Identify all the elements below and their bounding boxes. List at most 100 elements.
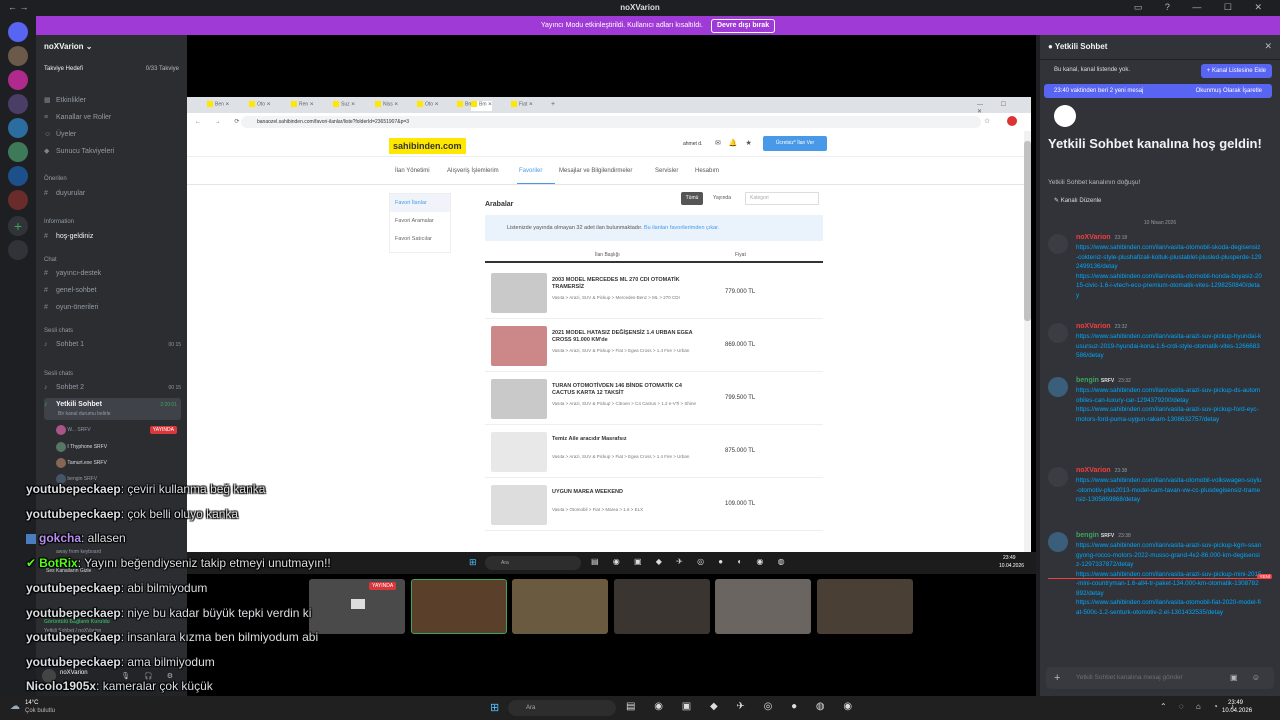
- category-information[interactable]: Information: [44, 219, 74, 225]
- avatar[interactable]: [1048, 234, 1068, 254]
- browser-tab[interactable]: Niss ✕: [375, 101, 398, 111]
- url-bar[interactable]: banaozel.sahibinden.com/favori-ilanlar/l…: [241, 116, 981, 128]
- category-voice[interactable]: Sesli chats: [44, 328, 73, 334]
- server-icon[interactable]: [8, 46, 28, 66]
- category-select[interactable]: Kategori: [745, 192, 819, 205]
- nav-buttons-icon[interactable]: ← → ⟳: [195, 118, 245, 125]
- voice-member[interactable]: I Thyphone SRFV: [56, 440, 181, 454]
- category-voice-2[interactable]: Sesli chats: [44, 371, 73, 377]
- browser-tab[interactable]: Ben ✕: [207, 101, 230, 111]
- profile-icon[interactable]: [1007, 116, 1017, 126]
- edit-channel-button[interactable]: ✎ Kanalı Düzenle: [1054, 197, 1101, 204]
- message-link[interactable]: https://www.sahibinden.com/ilan/vasita-a…: [1076, 405, 1262, 424]
- menu-boosts[interactable]: ◆ Sunucu Takviyeleri: [44, 145, 181, 159]
- server-icon[interactable]: [8, 190, 28, 210]
- message-link[interactable]: https://www.sahibinden.com/ilan/vasita-o…: [1076, 243, 1262, 272]
- add-to-channel-list-button[interactable]: + Kanal Listesine Ekle: [1200, 64, 1272, 78]
- camera-tile[interactable]: [512, 579, 608, 634]
- message-link[interactable]: https://www.sahibinden.com/ilan/vasita-a…: [1076, 386, 1262, 405]
- add-server-icon[interactable]: +: [8, 216, 28, 236]
- listing-thumbnail[interactable]: [491, 273, 547, 313]
- avatar[interactable]: [1048, 532, 1068, 552]
- listing-thumbnail[interactable]: [491, 432, 547, 472]
- message-link[interactable]: https://www.sahibinden.com/ilan/vasita-a…: [1076, 541, 1262, 570]
- listing-row[interactable]: Temiz Aile aracıdır Masrafsız Vasıta > Ar…: [485, 426, 823, 478]
- menu-channels-roles[interactable]: ≡ Kanallar ve Roller: [44, 111, 181, 125]
- channel-yayinci-destek[interactable]: # yayıncı-destek: [44, 267, 181, 281]
- message-author[interactable]: noXVarion 23:32: [1076, 323, 1127, 330]
- filter-all[interactable]: Tümü: [681, 192, 703, 205]
- category-chat[interactable]: Chat: [44, 257, 57, 263]
- listing-thumbnail[interactable]: [491, 326, 547, 366]
- site-notification-icons[interactable]: ✉ 🔔 ★: [715, 139, 755, 147]
- filter-live[interactable]: Yayında: [707, 192, 737, 205]
- server-icon[interactable]: [8, 166, 28, 186]
- menu-ilan-yonetimi[interactable]: İlan Yönetimi: [395, 168, 430, 174]
- browser-window-controls[interactable]: — ☐ ✕: [977, 101, 1031, 115]
- listing-row[interactable]: 2003 MODEL MERCEDES ML 270 CDI OTOMATİK …: [485, 267, 823, 319]
- home-icon[interactable]: [8, 22, 28, 42]
- message-input[interactable]: + Yetkili Sohbet kanalına mesaj gönder ▣…: [1046, 667, 1274, 689]
- menu-hesabim[interactable]: Hesabım: [695, 168, 719, 174]
- channel-duyurular[interactable]: # duyurular: [44, 187, 181, 201]
- explore-icon[interactable]: [8, 240, 28, 260]
- message-author[interactable]: bengin SRFV 23:32: [1076, 377, 1131, 384]
- browser-tab[interactable]: Suz ✕: [333, 101, 355, 111]
- server-icon[interactable]: [8, 142, 28, 162]
- side-favorite-searches[interactable]: Favori Aramalar: [390, 212, 450, 230]
- disable-streamer-mode-button[interactable]: Devre dışı bırak: [710, 19, 776, 33]
- post-listing-button[interactable]: Ücretsiz* İlan Ver: [763, 136, 827, 151]
- side-favorite-sellers[interactable]: Favori Satıcılar: [390, 230, 450, 248]
- active-voice-channel[interactable]: ♪ Yetkili Sohbet 2:20:01 Bir kanal durumu…: [44, 398, 181, 420]
- message-link[interactable]: https://www.sahibinden.com/ilan/vasita-a…: [1076, 570, 1262, 599]
- browser-tab[interactable]: Oto ✕: [249, 101, 271, 111]
- camera-tile[interactable]: [715, 579, 811, 634]
- listing-title[interactable]: 2021 MODEL HATASIZ DEĞİŞENSİZ 1.4 URBAN …: [552, 330, 702, 344]
- boost-goal[interactable]: Takviye Hedefi 0/33 Takviye: [44, 66, 179, 80]
- menu-favoriler[interactable]: Favoriler: [519, 168, 542, 174]
- weather-icon[interactable]: ☁: [10, 701, 20, 712]
- message-author[interactable]: bengin SRFV 23:38: [1076, 532, 1131, 539]
- scrollbar-thumb[interactable]: [1024, 141, 1031, 321]
- menu-events[interactable]: ▦ Etkinlikler: [44, 94, 181, 108]
- new-messages-bar[interactable]: 23:40 vaktinden beri 2 yeni mesaj Okunmu…: [1044, 84, 1272, 98]
- server-icon[interactable]: [8, 70, 28, 90]
- message-link[interactable]: https://www.sahibinden.com/ilan/vasita-o…: [1076, 598, 1262, 617]
- taskbar-search[interactable]: Ara: [508, 700, 616, 716]
- listing-thumbnail[interactable]: [491, 485, 547, 525]
- site-logo[interactable]: sahibinden.com: [389, 138, 466, 154]
- side-favorite-listings[interactable]: Favori İlanlar: [390, 194, 450, 212]
- listing-row[interactable]: TURAN OTOMOTİVDEN 146 BİNDE OTOMATİK C4 …: [485, 373, 823, 425]
- channel-status[interactable]: Bir kanal durumu belirle: [58, 407, 111, 421]
- site-user[interactable]: ahmet d.: [683, 141, 702, 147]
- window-controls[interactable]: ▭ ? — ☐ ✕: [1134, 2, 1272, 13]
- message-link[interactable]: https://www.sahibinden.com/ilan/vasita-o…: [1076, 476, 1262, 505]
- menu-servisler[interactable]: Servisler: [655, 168, 678, 174]
- listing-row[interactable]: 2021 MODEL HATASIZ DEĞİŞENSİZ 1.4 URBAN …: [485, 320, 823, 372]
- category-featured[interactable]: Önerilen: [44, 176, 67, 182]
- close-icon[interactable]: ✕: [1264, 41, 1272, 52]
- browser-tab[interactable]: Fiat ✕: [511, 101, 533, 111]
- menu-mesajlar[interactable]: Mesajlar ve Bilgilendirmeler: [559, 168, 632, 174]
- message-author[interactable]: noXVarion 23:38: [1076, 467, 1127, 474]
- listing-title[interactable]: UYGUN MAREA WEEKEND: [552, 489, 702, 496]
- server-name[interactable]: noXVarion ⌄: [44, 42, 93, 51]
- message-link[interactable]: https://www.sahibinden.com/ilan/vasita-a…: [1076, 332, 1262, 361]
- browser-tab[interactable]: Ren ✕: [291, 101, 314, 111]
- mark-as-read-link[interactable]: Okunmuş Olarak İşaretle: [1196, 84, 1262, 98]
- avatar[interactable]: [1048, 323, 1068, 343]
- voice-channel-2[interactable]: ♪ Sohbet 2 00 15: [44, 381, 181, 395]
- menu-alisveris[interactable]: Alışveriş İşlemlerim: [447, 168, 499, 174]
- channel-genel-sohbet[interactable]: # genel-sohbet: [44, 284, 181, 298]
- server-icon[interactable]: [8, 94, 28, 114]
- add-attachment-icon[interactable]: +: [1054, 667, 1060, 689]
- voice-channel-1[interactable]: ♪ Sohbet 1 00 15: [44, 338, 181, 352]
- avatar[interactable]: [1048, 467, 1068, 487]
- voice-member[interactable]: W... SRFV YAYINDA: [56, 423, 181, 437]
- listing-title[interactable]: 2003 MODEL MERCEDES ML 270 CDI OTOMATİK …: [552, 277, 702, 291]
- channel-hos-geldiniz[interactable]: # hoş-geldiniz: [44, 230, 181, 244]
- listing-thumbnail[interactable]: [491, 379, 547, 419]
- new-tab-icon[interactable]: +: [551, 101, 555, 111]
- input-tools-icon[interactable]: ▣ ☺: [1230, 667, 1266, 689]
- channel-oyun-onerileri[interactable]: # oyun-önerileri: [44, 301, 181, 315]
